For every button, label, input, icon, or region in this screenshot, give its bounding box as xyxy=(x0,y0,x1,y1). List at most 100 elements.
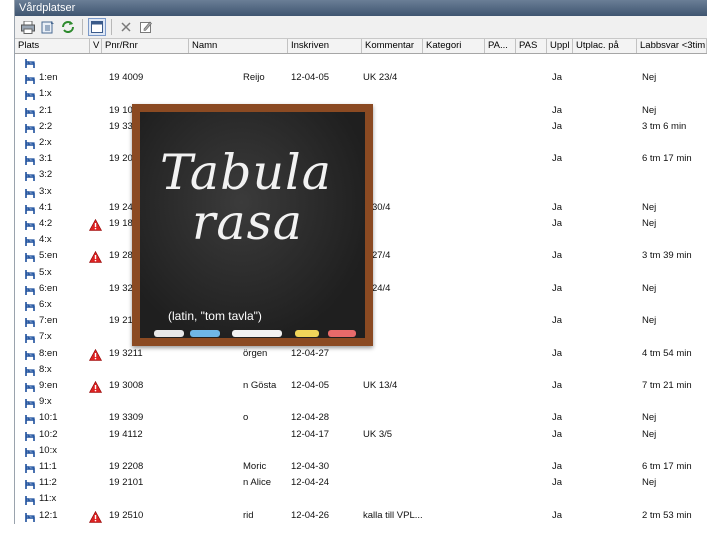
cell-plats: 4:1 xyxy=(39,201,53,213)
cell-kommentar: K 30/4 xyxy=(363,201,391,213)
column-header-v[interactable]: V xyxy=(90,39,102,53)
cell-plats: 9:en xyxy=(39,380,58,391)
table-row[interactable]: 10:1 19 3309 o 12-04-28 Ja Nej xyxy=(15,410,707,426)
chalk-stick xyxy=(232,330,282,337)
cell-kommentar xyxy=(363,184,443,200)
column-header-kategori[interactable]: Kategori xyxy=(423,39,485,53)
cell-uppl: Ja xyxy=(552,509,563,521)
cell-uppl xyxy=(552,491,572,507)
bed-icon xyxy=(25,348,35,360)
cell-uppl xyxy=(552,184,572,200)
cell-kommentar xyxy=(363,135,443,151)
export-icon[interactable] xyxy=(39,18,57,36)
cell-plats: 6:en xyxy=(39,282,58,294)
column-header-pas[interactable]: PAS xyxy=(516,39,547,53)
bed-icon xyxy=(25,510,35,522)
cell-labbsvar: Nej xyxy=(642,477,657,489)
cell-plats: 5:x xyxy=(39,266,52,278)
cell-uppl: Ja xyxy=(552,218,563,229)
table-row[interactable]: 11:2 19 2101 n Alice 12-04-24 Ja Nej xyxy=(15,475,707,491)
cell-namn xyxy=(243,86,291,102)
bed-icon xyxy=(25,461,35,473)
cell-inskriven xyxy=(291,394,361,410)
table-row[interactable]: 1:en 19 4009 Reijo 12-04-05 UK 23/4 Ja Nej xyxy=(15,70,707,86)
cell-labbsvar xyxy=(642,184,707,200)
printer-icon[interactable] xyxy=(19,18,37,36)
cell-uppl: Ja xyxy=(552,412,563,424)
cell-kommentar xyxy=(363,103,443,119)
table-row[interactable] xyxy=(15,54,707,70)
cell-namn xyxy=(243,54,291,70)
column-header-utplac[interactable]: Utplac. på xyxy=(573,39,637,53)
cell-kommentar: K 24/4 xyxy=(363,282,391,294)
table-row[interactable]: 11:x xyxy=(15,491,707,507)
column-header-namn[interactable]: Namn xyxy=(189,39,288,53)
table-row[interactable]: 12:1 19 2510 rid 12-04-26 kalla till VPL... J… xyxy=(15,508,707,524)
bed-icon xyxy=(25,137,35,149)
cell-labbsvar: Nej xyxy=(642,282,657,294)
column-header-kommentar[interactable]: Kommentar xyxy=(362,39,423,53)
table-row[interactable]: 9:x xyxy=(15,394,707,410)
cell-plats: 3:1 xyxy=(39,153,53,165)
bed-icon xyxy=(25,493,35,506)
cell-plats: 11:x xyxy=(39,493,57,505)
column-header-uppl[interactable]: Uppl xyxy=(547,39,573,53)
cell-labbsvar: Nej xyxy=(642,218,657,229)
cell-kommentar xyxy=(363,443,443,459)
cell-plats: 1:en xyxy=(39,72,58,84)
table-header: Plats V Pnr/Rnr Namn Inskriven Kommentar… xyxy=(15,39,707,54)
cell-plats: 11:1 xyxy=(39,461,57,472)
cell-pnr xyxy=(109,394,189,410)
cell-inskriven: 12-04-26 xyxy=(291,509,330,521)
cell-uppl xyxy=(552,86,572,102)
cell-kommentar xyxy=(363,362,443,378)
column-header-pnr[interactable]: Pnr/Rnr xyxy=(102,39,189,53)
cell-uppl xyxy=(552,265,572,281)
column-header-pa1[interactable]: PA... xyxy=(485,39,516,53)
cell-labbsvar: Nej xyxy=(642,72,657,84)
chalkboard-subtitle: (latin, "tom tavla") xyxy=(168,309,262,323)
column-header-labbsvar[interactable]: Labbsvar <3tim xyxy=(637,39,707,53)
table-row[interactable]: 10:x xyxy=(15,443,707,459)
cell-inskriven: 12-04-28 xyxy=(291,412,330,424)
cell-labbsvar: 6 tm 17 min xyxy=(642,153,692,165)
cell-uppl xyxy=(552,167,572,183)
cell-uppl: Ja xyxy=(552,315,563,327)
cell-pnr xyxy=(109,491,189,507)
table-row[interactable]: 8:x xyxy=(15,362,707,378)
cell-labbsvar xyxy=(642,362,707,378)
cell-labbsvar xyxy=(642,232,707,248)
bed-icon xyxy=(25,283,35,295)
table-row[interactable]: 8:en 19 3211 örgen 12-04-27 Ja 4 tm 54 min xyxy=(15,346,707,362)
delete-icon[interactable] xyxy=(117,18,135,36)
chalkboard-title: Tabula rasa xyxy=(160,148,360,248)
chalk-stick xyxy=(154,330,184,337)
bed-icon xyxy=(25,72,35,85)
table-row[interactable]: 9:en 19 3008 n Gösta 12-04-05 UK 13/4 Ja 7 tm … xyxy=(15,378,707,394)
cell-plats: 3:x xyxy=(39,185,52,197)
table-row[interactable]: 11:1 19 2208 Moric 12-04-30 Ja 6 tm 17 min xyxy=(15,459,707,475)
cell-plats: 6:x xyxy=(39,299,52,310)
cell-labbsvar xyxy=(642,394,707,410)
cell-kommentar xyxy=(363,54,443,70)
warning-icon xyxy=(88,250,103,264)
layout-icon[interactable] xyxy=(88,18,106,36)
cell-pnr: 19 4112 xyxy=(109,428,143,440)
cell-inskriven xyxy=(291,86,361,102)
refresh-icon[interactable] xyxy=(59,18,77,36)
table-row[interactable]: 10:2 19 4112 12-04-17 UK 3/5 Ja Nej xyxy=(15,427,707,443)
cell-uppl xyxy=(552,443,572,459)
cell-labbsvar xyxy=(642,297,707,313)
table-row[interactable]: 1:x xyxy=(15,86,707,102)
cell-pnr: 19 4009 xyxy=(109,72,144,84)
cell-uppl xyxy=(552,232,572,248)
cell-namn: rid xyxy=(243,509,254,521)
cell-kommentar xyxy=(363,394,443,410)
column-header-inskriven[interactable]: Inskriven xyxy=(288,39,362,53)
cell-namn xyxy=(243,491,291,507)
column-header-plats[interactable]: Plats xyxy=(15,39,90,53)
cell-plats: 10:2 xyxy=(39,428,58,440)
bed-icon xyxy=(25,331,35,344)
edit-icon[interactable] xyxy=(137,18,155,36)
cell-inskriven: 12-04-05 xyxy=(291,380,330,391)
